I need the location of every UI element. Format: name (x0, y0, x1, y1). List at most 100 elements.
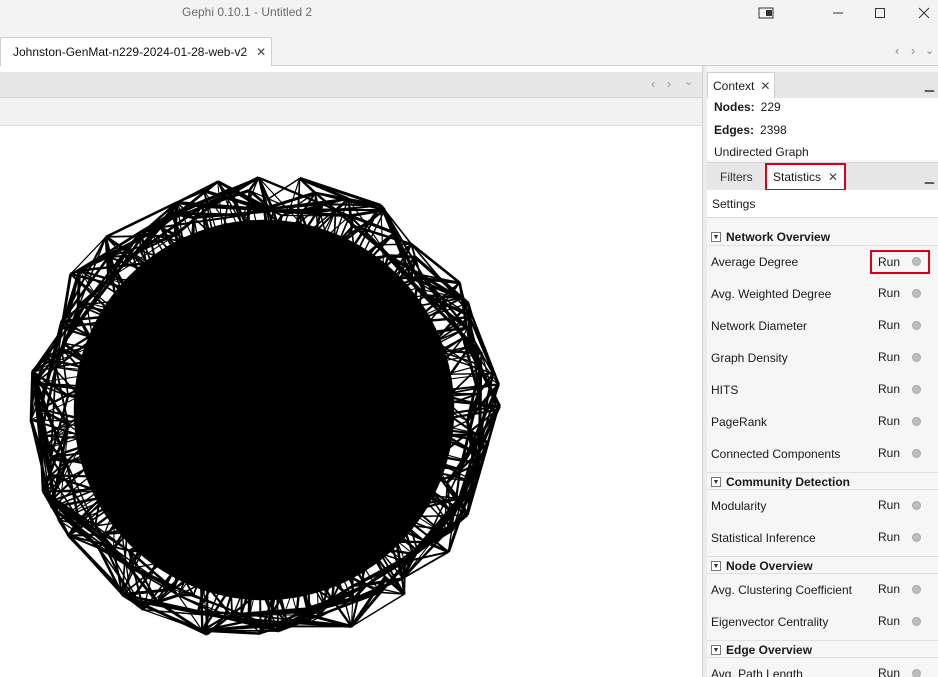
stat-row-avg-clustering-coefficient: Avg. Clustering Coefficient Run (707, 574, 938, 606)
tab-statistics[interactable]: Statistics ✕ (765, 163, 847, 191)
info-icon[interactable] (912, 501, 921, 510)
statistics-tab-bar: Filters Statistics ✕ ▁ (707, 162, 938, 191)
window-layout-icon[interactable] (746, 0, 786, 26)
graph-toolbar (0, 98, 702, 126)
stat-name: Avg. Path Length (711, 667, 803, 677)
info-icon[interactable] (912, 585, 921, 594)
collapse-icon[interactable]: ▼ (711, 561, 721, 571)
nodes-label: Nodes: (714, 100, 755, 114)
context-tab-bar: Context ✕ ▁ (707, 72, 938, 98)
chevron-left-icon[interactable]: ‹ (651, 76, 655, 91)
chevron-left-icon[interactable]: ‹ (895, 43, 899, 58)
stat-row-statistical-inference: Statistical Inference Run (707, 522, 938, 554)
stat-name: Graph Density (711, 351, 788, 365)
document-tab-label: Johnston-GenMat-n229-2024-01-28-web-v2 (13, 45, 248, 59)
run-graph-density-button[interactable]: Run (870, 346, 930, 370)
info-icon[interactable] (912, 257, 921, 266)
section-title: Network Overview (726, 230, 831, 244)
graph-type: Undirected Graph (714, 145, 809, 159)
collapse-icon[interactable]: ▼ (711, 232, 721, 242)
minimize-panel-icon[interactable]: ▁ (925, 78, 934, 92)
run-avg-weighted-degree-button[interactable]: Run (870, 282, 930, 306)
info-icon[interactable] (912, 385, 921, 394)
stat-row-avg-path-length: Avg. Path Length Run (707, 658, 938, 677)
close-tab-icon[interactable]: ✕ (256, 45, 266, 59)
graph-canvas[interactable] (0, 126, 702, 677)
minimize-window-button[interactable] (818, 0, 858, 26)
right-panel: Context ✕ ▁ Nodes: 229 Edges: 2398 Undirec… (707, 66, 938, 677)
title-bar: Gephi 0.10.1 - Untitled 2 (0, 0, 938, 26)
stat-name: Average Degree (711, 255, 799, 269)
section-edge-overview[interactable]: ▼ Edge Overview (707, 640, 938, 658)
run-hits-button[interactable]: Run (870, 378, 930, 402)
info-icon[interactable] (912, 617, 921, 626)
stat-name: Avg. Weighted Degree (711, 287, 832, 301)
stat-name: Network Diameter (711, 319, 808, 333)
edges-value: 2398 (760, 123, 787, 137)
close-window-button[interactable] (904, 0, 938, 26)
nodes-count-row: Nodes: 229 (714, 100, 781, 114)
collapse-icon[interactable]: ▼ (711, 477, 721, 487)
chevron-down-icon[interactable]: ⌄ (925, 44, 934, 57)
info-icon[interactable] (912, 353, 921, 362)
stat-row-hits: HITS Run (707, 374, 938, 406)
tab-filters[interactable]: Filters (720, 163, 753, 191)
statistics-list: ▼ Network Overview Average Degree Run Av… (707, 218, 938, 677)
document-tab[interactable]: Johnston-GenMat-n229-2024-01-28-web-v2 ✕ (0, 37, 272, 66)
info-icon[interactable] (912, 533, 921, 542)
minimize-panel-icon[interactable]: ▁ (925, 170, 934, 184)
stat-row-graph-density: Graph Density Run (707, 342, 938, 374)
document-tab-bar: Johnston-GenMat-n229-2024-01-28-web-v2 ✕… (0, 26, 938, 66)
info-icon[interactable] (912, 289, 921, 298)
stat-row-average-degree: Average Degree Run (707, 246, 938, 278)
stat-row-avg-weighted-degree: Avg. Weighted Degree Run (707, 278, 938, 310)
run-pagerank-button[interactable]: Run (870, 410, 930, 434)
stat-row-eigenvector-centrality: Eigenvector Centrality Run (707, 606, 938, 638)
chevron-right-icon[interactable]: › (911, 43, 915, 58)
edges-label: Edges: (714, 123, 755, 137)
run-avg-clustering-coefficient-button[interactable]: Run (870, 578, 930, 602)
section-network-overview[interactable]: ▼ Network Overview (707, 228, 938, 246)
graph-window-header: ‹ › ⌄ (0, 72, 702, 98)
info-icon[interactable] (912, 321, 921, 330)
info-icon[interactable] (912, 417, 921, 426)
stat-row-pagerank: PageRank Run (707, 406, 938, 438)
stat-name: Avg. Clustering Coefficient (711, 583, 852, 597)
settings-bar: Settings (707, 190, 938, 218)
run-average-degree-button[interactable]: Run (870, 250, 930, 274)
info-icon[interactable] (912, 449, 921, 458)
stat-name: Eigenvector Centrality (711, 615, 829, 629)
edges-count-row: Edges: 2398 (714, 123, 787, 137)
stat-row-network-diameter: Network Diameter Run (707, 310, 938, 342)
stat-row-modularity: Modularity Run (707, 490, 938, 522)
stat-name: HITS (711, 383, 739, 397)
section-community-detection[interactable]: ▼ Community Detection (707, 472, 938, 490)
window-title: Gephi 0.10.1 - Untitled 2 (182, 5, 313, 19)
section-title: Edge Overview (726, 643, 813, 657)
stat-name: Connected Components (711, 447, 841, 461)
section-title: Node Overview (726, 559, 813, 573)
close-tab-icon[interactable]: ✕ (828, 170, 838, 184)
section-node-overview[interactable]: ▼ Node Overview (707, 556, 938, 574)
statistics-tab-label: Statistics (773, 170, 822, 184)
context-tab-label: Context (713, 78, 755, 93)
section-title: Community Detection (726, 475, 851, 489)
run-statistical-inference-button[interactable]: Run (870, 526, 930, 550)
tab-context[interactable]: Context ✕ (707, 72, 775, 98)
run-connected-components-button[interactable]: Run (870, 442, 930, 466)
settings-button[interactable]: Settings (712, 197, 755, 211)
run-network-diameter-button[interactable]: Run (870, 314, 930, 338)
collapse-icon[interactable]: ▼ (711, 645, 721, 655)
chevron-down-icon[interactable]: ⌄ (684, 75, 693, 88)
close-tab-icon[interactable]: ✕ (760, 79, 770, 93)
stat-row-connected-components: Connected Components Run (707, 438, 938, 470)
maximize-window-button[interactable] (860, 0, 900, 26)
network-graph[interactable] (0, 126, 702, 677)
run-eigenvector-centrality-button[interactable]: Run (870, 610, 930, 634)
info-icon[interactable] (912, 669, 921, 677)
run-modularity-button[interactable]: Run (870, 494, 930, 518)
context-body: Nodes: 229 Edges: 2398 Undirected Graph (707, 98, 938, 160)
run-avg-path-length-button[interactable]: Run (870, 662, 930, 677)
stat-name: Statistical Inference (711, 531, 816, 545)
chevron-right-icon[interactable]: › (667, 76, 671, 91)
